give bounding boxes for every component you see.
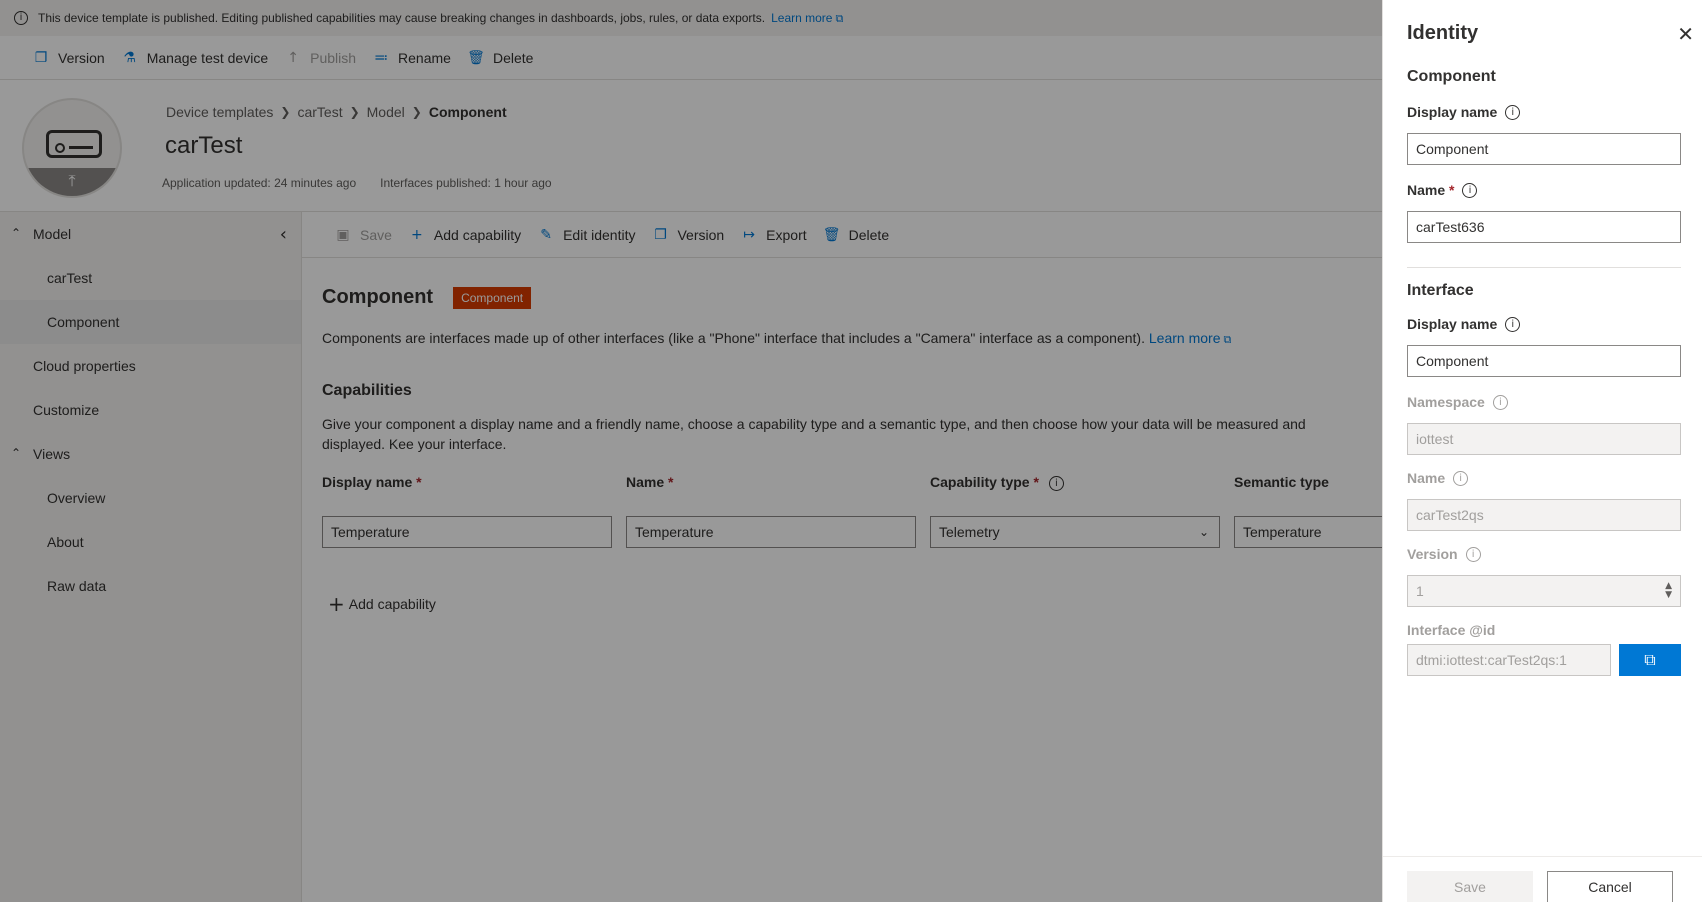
close-icon[interactable]: ✕ xyxy=(1677,22,1694,46)
component-section-title: Component xyxy=(1407,68,1496,85)
namespace-label: Namespace i xyxy=(1407,394,1508,410)
interface-display-name-label: Display name i xyxy=(1407,316,1521,332)
interface-name-input: carTest2qs xyxy=(1407,499,1681,531)
info-icon[interactable]: i xyxy=(1465,546,1481,562)
interface-section-title: Interface xyxy=(1407,282,1474,299)
interface-display-name-input[interactable]: Component xyxy=(1407,345,1681,377)
info-icon[interactable]: i xyxy=(1505,316,1521,332)
identity-panel: Identity ✕ Component Display name i Compo… xyxy=(1382,0,1702,902)
component-display-name-label: Display name i xyxy=(1407,104,1521,120)
namespace-input: iottest xyxy=(1407,423,1681,455)
component-name-input[interactable]: carTest636 xyxy=(1407,211,1681,243)
panel-title: Identity xyxy=(1407,22,1479,44)
copy-icon: ⧉ xyxy=(1644,650,1656,669)
info-icon[interactable]: i xyxy=(1453,470,1469,486)
info-icon[interactable]: i xyxy=(1492,394,1508,410)
section-divider xyxy=(1407,267,1681,268)
info-icon[interactable]: i xyxy=(1462,182,1478,198)
interface-name-label: Name i xyxy=(1407,470,1469,486)
component-display-name-input[interactable]: Component xyxy=(1407,133,1681,165)
panel-save-button[interactable]: Save xyxy=(1407,871,1533,902)
info-icon[interactable]: i xyxy=(1505,104,1521,120)
panel-cancel-button[interactable]: Cancel xyxy=(1547,871,1673,902)
interface-id-label: Interface @id xyxy=(1407,622,1496,638)
panel-footer: Save Cancel xyxy=(1383,856,1702,902)
version-label: Version i xyxy=(1407,546,1481,562)
modal-overlay[interactable] xyxy=(0,0,1382,902)
component-name-label: Name * i xyxy=(1407,182,1478,198)
version-spin-input: 1 ▲ ▼ xyxy=(1407,575,1681,607)
interface-id-input: dtmi:iottest:carTest2qs:1 xyxy=(1407,644,1611,676)
copy-id-button[interactable]: ⧉ xyxy=(1619,644,1681,676)
spinner-arrows-icon: ▲ ▼ xyxy=(1665,581,1672,600)
